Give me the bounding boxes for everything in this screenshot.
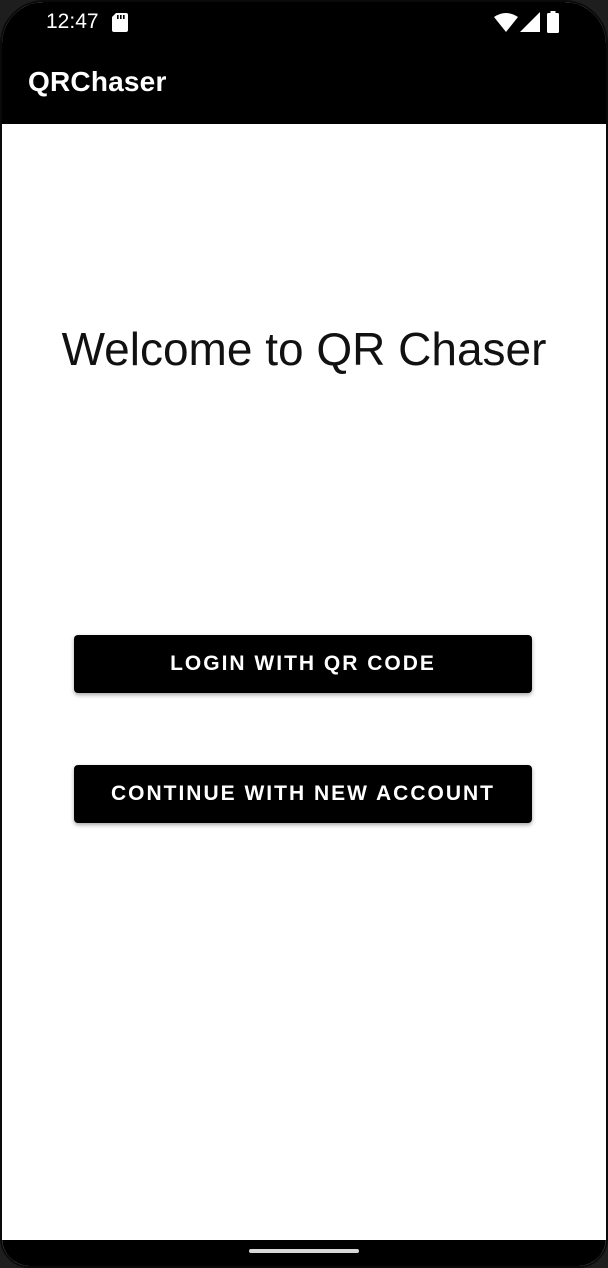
navigation-bar [2,1240,606,1266]
main-content: Welcome to QR Chaser LOGIN WITH QR CODE … [2,124,606,1244]
welcome-heading: Welcome to QR Chaser [61,323,547,375]
status-bar: 12:47 [2,2,606,44]
continue-with-new-account-button[interactable]: CONTINUE WITH NEW ACCOUNT [74,765,532,823]
status-time: 12:47 [46,10,99,33]
continue-button-label: CONTINUE WITH NEW ACCOUNT [110,782,496,805]
login-button-label: LOGIN WITH QR CODE [170,652,436,675]
login-with-qr-code-button[interactable]: LOGIN WITH QR CODE [74,635,532,693]
home-gesture-handle[interactable] [249,1249,359,1253]
app-bar: QRChaser [2,44,606,124]
app-title: QRChaser [28,66,167,97]
phone-screen: 12:47 QRChaser Welcome to QR Chaser LOGI… [0,0,608,1268]
